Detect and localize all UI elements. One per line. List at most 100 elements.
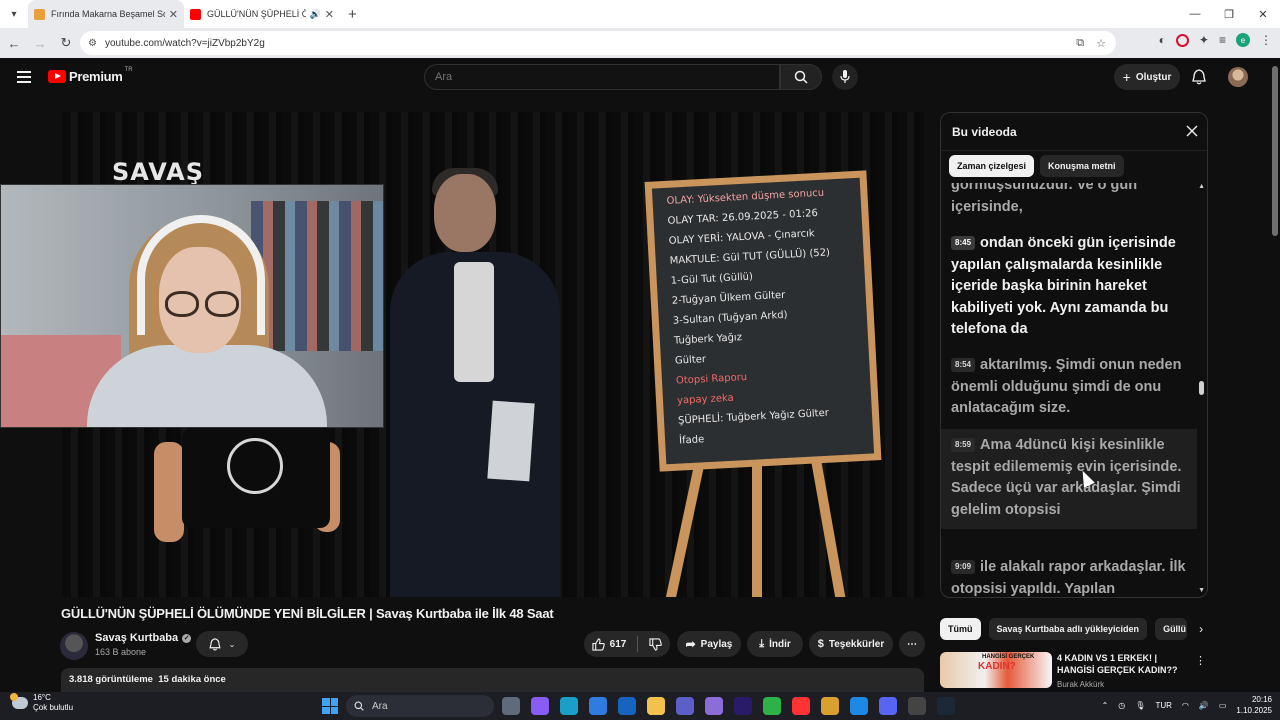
voice-search-button[interactable] [832, 64, 858, 90]
show-hidden-icons-icon[interactable]: ⌃ [1102, 701, 1109, 710]
puzzle-icon[interactable]: ✦ [1199, 33, 1209, 47]
yandex-app-icon[interactable] [792, 697, 810, 715]
search-button[interactable] [780, 64, 822, 90]
chip-from-uploader[interactable]: Savaş Kurtbaba adlı yükleyiciden [988, 618, 1148, 640]
premiere-app-icon[interactable] [734, 697, 752, 715]
clock[interactable]: 20:16 1.10.2025 [1236, 694, 1272, 716]
chip-timeline[interactable]: Zaman çizelgesi [949, 155, 1035, 177]
tab-search-icon[interactable]: ▾ [0, 0, 28, 28]
like-button[interactable]: 617 [592, 637, 626, 651]
app-disc-app-icon[interactable] [879, 697, 897, 715]
browser-tab-2[interactable]: GÜLLÜ'NÜN ŞÜPHELİ ÖLÜMÜNDE 🔊 ✕ [184, 0, 340, 28]
menu-dots-icon[interactable]: ⋮ [1260, 33, 1272, 47]
install-app-icon[interactable]: ⧉ [1076, 37, 1084, 50]
page-scrollbar-thumb[interactable] [1272, 66, 1278, 236]
close-window-icon[interactable]: ✕ [1246, 0, 1280, 28]
opera-extension-icon[interactable] [1175, 33, 1189, 47]
reload-icon[interactable]: ↻ [54, 31, 78, 55]
weather-widget[interactable]: 16°C Çok bulutlu [10, 693, 73, 713]
share-button[interactable]: ➦ Paylaş [677, 631, 741, 657]
volume-icon[interactable]: 🔊 [1199, 701, 1209, 710]
hamburger-menu-icon[interactable] [17, 71, 31, 83]
battery-icon[interactable]: ▭ [1219, 701, 1227, 710]
chip-gullu[interactable]: Güllü [1155, 618, 1188, 640]
windows-start-icon[interactable] [322, 698, 338, 714]
chevron-right-icon[interactable]: › [1199, 622, 1203, 636]
outlook-app-icon[interactable] [618, 697, 636, 715]
notifications-bell-icon[interactable] [1192, 69, 1206, 90]
restore-icon[interactable]: ❐ [1212, 0, 1246, 28]
segment-timestamp[interactable]: 9:09 [951, 560, 976, 574]
more-vert-icon[interactable]: ⋮ [1195, 654, 1206, 667]
forward-icon[interactable]: → [28, 31, 52, 55]
dark-mode-icon[interactable]: ◐ [1159, 33, 1166, 47]
bookmark-star-icon[interactable]: ☆ [1096, 37, 1106, 50]
vs-app-icon[interactable] [705, 697, 723, 715]
more-actions-button[interactable]: ⋯ [899, 631, 925, 657]
create-button[interactable]: + Oluştur [1114, 64, 1180, 90]
segment-timestamp[interactable]: 8:54 [951, 358, 976, 372]
address-bar[interactable]: ⚙ youtube.com/watch?v=jiZVbp2bY2g ⧉ ☆ [80, 31, 1116, 55]
taskbar-search[interactable]: Ara [346, 695, 494, 717]
close-tab-icon[interactable]: ✕ [169, 8, 178, 21]
chalkboard-line: OLAY: Yüksekten düşme sonucu [666, 187, 825, 207]
task-view-app-icon[interactable] [502, 697, 520, 715]
profile-icon[interactable]: e [1236, 33, 1250, 47]
search-input[interactable] [435, 71, 779, 83]
scroll-down-arrow-icon[interactable]: ▼ [1198, 587, 1205, 594]
channel-name-row[interactable]: Savaş Kurtbaba ✓ [95, 632, 192, 644]
new-tab-icon[interactable]: + [348, 6, 357, 23]
close-icon[interactable] [1185, 124, 1199, 138]
site-info-icon[interactable]: ⚙ [88, 38, 97, 49]
transcript-segment[interactable]: 8:54 aktarılmış. Şimdi onun neden önemli … [941, 355, 1197, 420]
obs-app-icon[interactable] [908, 697, 926, 715]
speaker-icon[interactable]: 🔊 [310, 9, 321, 20]
youtube-premium-logo[interactable]: Premium TR [48, 67, 133, 84]
minimize-icon[interactable]: — [1178, 0, 1212, 28]
language-indicator[interactable]: TUR [1155, 701, 1171, 710]
tab-title: GÜLLÜ'NÜN ŞÜPHELİ ÖLÜMÜNDE [207, 9, 306, 19]
segment-timestamp[interactable]: 8:45 [951, 236, 976, 250]
chip-all[interactable]: Tümü [940, 618, 981, 640]
like-dislike-group: 617 [584, 631, 670, 657]
chip-transcript[interactable]: Konuşma metni [1040, 155, 1124, 177]
copilot-app-icon[interactable] [531, 697, 549, 715]
channel-avatar[interactable] [60, 632, 88, 660]
explorer-app-icon[interactable] [647, 697, 665, 715]
teams-app-icon[interactable] [676, 697, 694, 715]
edge-app-icon[interactable] [560, 697, 578, 715]
transcript-segment[interactable]: 8:59 Ama 4düncü kişi kesinlikle tespit ed… [941, 429, 1197, 529]
scroll-up-arrow-icon[interactable]: ▲ [1198, 183, 1205, 190]
subscription-bell-button[interactable]: ⌄ [196, 631, 248, 657]
back-icon[interactable]: ← [2, 31, 26, 55]
wifi-icon[interactable]: ◠ [1182, 701, 1189, 710]
transcript-segment[interactable]: görmüşsünüzdür. Ve o gün içerisinde, [941, 183, 1197, 218]
related-video-item[interactable]: HANGİSİ GERÇEK KADIN? 4 KADIN VS 1 ERKEK… [940, 652, 1208, 692]
steam-app-icon[interactable] [937, 697, 955, 715]
segment-timestamp[interactable]: 8:59 [951, 438, 976, 452]
figure-app-icon[interactable] [821, 697, 839, 715]
microphone-icon[interactable]: 🎙 [1135, 701, 1145, 710]
app-c-app-icon[interactable] [850, 697, 868, 715]
browser-tab-1[interactable]: Fırında Makarna Beşamel Soslu ✕ [28, 0, 184, 28]
account-avatar[interactable] [1228, 67, 1248, 87]
page-scrollbar[interactable] [1270, 58, 1280, 692]
related-video-thumbnail[interactable]: HANGİSİ GERÇEK KADIN? [940, 652, 1052, 688]
chrome-app-icon[interactable] [763, 697, 781, 715]
media-control-icon[interactable]: ≡ [1219, 33, 1226, 47]
presenter-papers [487, 400, 535, 482]
store-app-icon[interactable] [589, 697, 607, 715]
related-video-title[interactable]: 4 KADIN VS 1 ERKEK! | HANGİSİ GERÇEK KAD… [1057, 652, 1197, 676]
close-tab-icon[interactable]: ✕ [325, 8, 334, 21]
share-arrow-icon: ➦ [685, 637, 696, 651]
window-controls: — ❐ ✕ [1178, 0, 1280, 28]
download-button[interactable]: ⤓ İndir [747, 631, 803, 657]
transcript-segment[interactable]: 9:09 ile alakalı rapor arkadaşlar. İlk ot… [941, 557, 1197, 597]
channel-name[interactable]: Savaş Kurtbaba [95, 632, 178, 644]
thanks-button[interactable]: $ Teşekkürler [809, 631, 893, 657]
panel-scrollbar-thumb[interactable] [1199, 381, 1204, 395]
transcript-segment[interactable]: 8:45 ondan önceki gün içerisinde yapılan … [941, 233, 1197, 341]
tray-app-icon[interactable]: ◷ [1118, 701, 1125, 710]
thumbs-down-icon[interactable] [649, 637, 663, 651]
in-this-video-panel: Bu videoda Zaman çizelgesi Konuşma metni… [940, 112, 1208, 598]
